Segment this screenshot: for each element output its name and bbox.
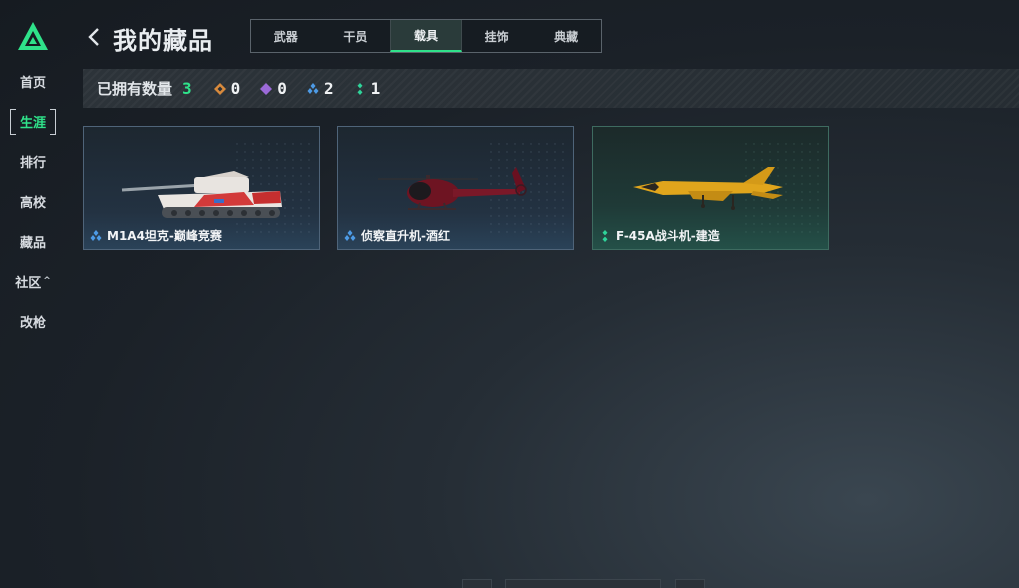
- chevron-up-icon: ^: [43, 276, 51, 286]
- card-title: M1A4坦克-巅峰竞赛: [90, 227, 222, 244]
- green-double-diamond-icon: [357, 82, 363, 95]
- tank-image: [121, 171, 282, 218]
- tab-charms[interactable]: 挂饰: [462, 20, 532, 52]
- green-double-diamond-icon: [602, 229, 608, 242]
- blue-triple-diamond-icon: [307, 82, 319, 94]
- card-name-text: 侦察直升机-酒红: [361, 229, 450, 243]
- owned-count-bar: 已拥有数量 3 0 0 2 1: [83, 69, 1019, 108]
- category-tabs: 武器 干员 载具 挂饰 典藏: [250, 19, 602, 53]
- owned-count-label: 已拥有数量: [97, 80, 173, 98]
- rarity-count-blue: 2: [307, 79, 334, 98]
- nav-label: 改枪: [19, 315, 46, 331]
- nav-label: 首页: [19, 75, 46, 91]
- card-name-text: F-45A战斗机-建造: [616, 229, 720, 243]
- nav-item-career[interactable]: 生涯: [10, 109, 56, 135]
- card-name-text: M1A4坦克-巅峰竞赛: [107, 229, 222, 243]
- nav-label: 生涯: [19, 115, 46, 131]
- prev-page-button[interactable]: [462, 579, 492, 588]
- tab-classics[interactable]: 典藏: [531, 20, 601, 52]
- rarity-count: 1: [370, 79, 381, 98]
- back-arrow-icon[interactable]: [86, 25, 104, 49]
- nav-item-home[interactable]: 首页: [10, 69, 56, 93]
- nav-item-community[interactable]: 社区 ^: [10, 269, 56, 293]
- owned-count-total: 3: [182, 79, 192, 98]
- page-title: 我的藏品: [113, 27, 213, 55]
- blue-triple-diamond-icon: [344, 229, 356, 241]
- nav-item-ranking[interactable]: 排行: [10, 149, 56, 173]
- rarity-count-orange: 0: [213, 79, 241, 98]
- card-title: 侦察直升机-酒红: [344, 227, 450, 244]
- nav-label: 社区: [15, 275, 42, 291]
- collection-card-tank[interactable]: M1A4坦克-巅峰竞赛: [83, 126, 320, 250]
- helicopter-image: [378, 167, 527, 210]
- blue-triple-diamond-icon: [90, 229, 102, 241]
- nav-label: 藏品: [19, 235, 46, 251]
- rarity-count-green: 1: [354, 79, 381, 98]
- fighter-jet-image: [633, 167, 783, 210]
- tab-operators[interactable]: 干员: [321, 20, 391, 52]
- collection-card-jet[interactable]: F-45A战斗机-建造: [592, 126, 829, 250]
- rarity-count: 0: [277, 79, 287, 98]
- tab-vehicles[interactable]: 载具: [390, 20, 462, 52]
- nav-item-collection[interactable]: 藏品: [10, 229, 56, 253]
- next-page-button[interactable]: [675, 579, 705, 588]
- rarity-count-purple: 0: [260, 79, 287, 98]
- tab-weapons[interactable]: 武器: [251, 20, 321, 52]
- app-logo-icon[interactable]: [17, 21, 49, 51]
- nav-item-gun-mod[interactable]: 改枪: [10, 309, 56, 333]
- rarity-count: 2: [323, 79, 334, 98]
- nav-label: 高校: [19, 195, 46, 211]
- orange-diamond-icon: [213, 82, 226, 95]
- collection-card-helicopter[interactable]: 侦察直升机-酒红: [337, 126, 574, 250]
- nav-label: 排行: [19, 155, 46, 171]
- purple-diamond-icon: [260, 82, 273, 95]
- nav-item-campus[interactable]: 高校: [10, 189, 56, 213]
- page-indicator: [505, 579, 661, 588]
- sidebar: 首页 生涯 排行 高校 藏品 社区 ^ 改枪: [0, 0, 66, 588]
- card-title: F-45A战斗机-建造: [599, 227, 720, 244]
- rarity-count: 0: [230, 79, 241, 98]
